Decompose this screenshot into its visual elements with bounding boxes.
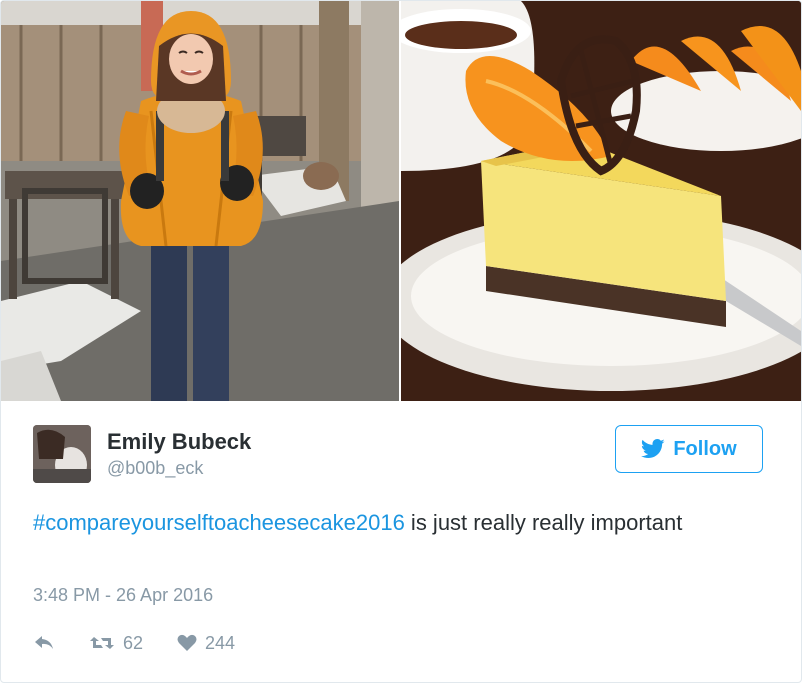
tweet-card: Emily Bubeck @b00b_eck Follow #compareyo… <box>0 0 802 683</box>
reply-icon <box>35 636 53 649</box>
woman-photo-illustration <box>1 1 399 401</box>
hashtag-link[interactable]: #compareyourselftoacheesecake2016 <box>33 510 405 535</box>
tweet-text: #compareyourselftoacheesecake2016 is jus… <box>33 506 753 540</box>
retweet-count: 62 <box>123 632 144 653</box>
author-name[interactable]: Emily Bubeck <box>107 429 251 455</box>
follow-label: Follow <box>673 437 737 460</box>
avatar-image <box>33 425 91 483</box>
cheesecake-photo[interactable] <box>399 1 801 401</box>
tweet-body: is just really really important <box>404 510 683 535</box>
woman-photo[interactable] <box>1 1 399 401</box>
avatar[interactable] <box>33 425 91 483</box>
author-handle[interactable]: @b00b_eck <box>107 458 203 479</box>
retweet-icon <box>90 637 114 649</box>
twitter-bird-icon <box>641 439 665 458</box>
author-block: Emily Bubeck @b00b_eck Follow <box>33 421 773 483</box>
reply-button[interactable] <box>33 634 55 652</box>
heart-icon <box>177 634 197 651</box>
tweet-media <box>1 1 801 401</box>
cheesecake-photo-illustration <box>401 1 801 401</box>
like-button[interactable]: 244 <box>177 633 235 654</box>
like-count: 244 <box>205 632 236 653</box>
follow-button[interactable]: Follow <box>615 425 763 473</box>
retweet-button[interactable]: 62 <box>89 633 143 654</box>
tweet-timestamp[interactable]: 3:48 PM - 26 Apr 2016 <box>33 585 213 606</box>
tweet-actions: 62 244 <box>33 629 269 657</box>
